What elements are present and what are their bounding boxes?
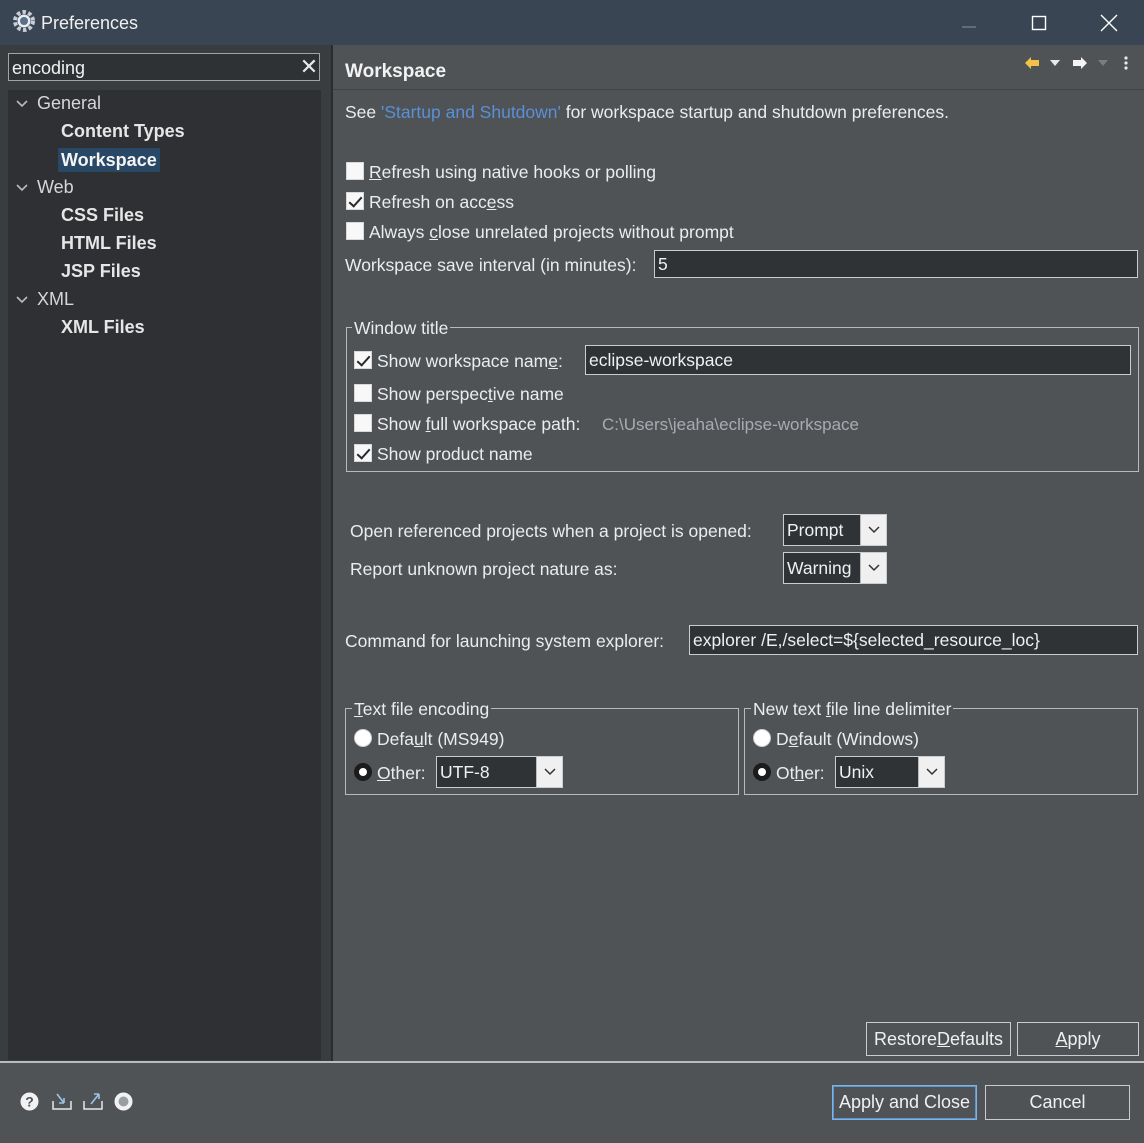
close-icon bbox=[1100, 14, 1118, 31]
import-icon[interactable] bbox=[51, 1091, 73, 1111]
tree-item-css-files[interactable]: CSS Files bbox=[61, 205, 144, 226]
show-product-label: Show product name bbox=[377, 444, 533, 464]
tree-item-content-types[interactable]: Content Types bbox=[61, 121, 185, 142]
encoding-default-label: Default (MS949) bbox=[377, 729, 505, 749]
chevron-down-icon bbox=[543, 768, 556, 776]
chevron-down-icon bbox=[867, 564, 880, 572]
restore-defaults-button[interactable]: Restore Defaults bbox=[866, 1022, 1011, 1056]
dropdown-button[interactable] bbox=[918, 757, 944, 787]
tree-item-general[interactable]: General bbox=[37, 93, 101, 114]
explorer-command-label: Command for launching system explorer: bbox=[345, 631, 665, 651]
show-workspace-name-checkbox[interactable] bbox=[354, 351, 372, 369]
back-menu-chevron-icon[interactable] bbox=[1049, 59, 1061, 67]
refresh-native-label: Refresh using native hooks or polling bbox=[369, 162, 656, 182]
refresh-access-label: Refresh on access bbox=[369, 192, 514, 212]
more-options-icon[interactable] bbox=[1122, 55, 1130, 71]
export-icon[interactable] bbox=[82, 1091, 104, 1111]
dropdown-button[interactable] bbox=[536, 757, 562, 787]
encoding-default-radio[interactable] bbox=[354, 729, 372, 747]
intro-suffix: for workspace startup and shutdown prefe… bbox=[560, 102, 950, 122]
open-referenced-label: Open referenced projects when a project … bbox=[350, 521, 752, 541]
encoding-value: UTF-8 bbox=[440, 762, 490, 782]
minimize-button[interactable] bbox=[934, 0, 1004, 45]
window-title: Preferences bbox=[41, 13, 139, 33]
chevron-down-icon[interactable] bbox=[15, 97, 29, 111]
delimiter-default-label: Default (Windows) bbox=[776, 729, 919, 749]
tree-item-xml[interactable]: XML bbox=[37, 289, 74, 310]
save-interval-label: Workspace save interval (in minutes): bbox=[345, 255, 637, 275]
maximize-icon bbox=[1031, 15, 1047, 30]
forward-menu-chevron-icon[interactable] bbox=[1097, 59, 1109, 67]
unknown-nature-label: Report unknown project nature as: bbox=[350, 559, 618, 579]
chevron-down-icon[interactable] bbox=[15, 293, 29, 307]
intro-text: See 'Startup and Shutdown' for workspace… bbox=[345, 102, 949, 123]
close-unrelated-label: Always close unrelated projects without … bbox=[369, 222, 734, 242]
filter-value: encoding bbox=[12, 58, 86, 78]
oomph-record-icon[interactable] bbox=[114, 1092, 133, 1111]
text-encoding-legend: Text file encoding bbox=[352, 699, 492, 720]
tree-item-workspace[interactable]: Workspace bbox=[58, 148, 160, 172]
help-icon[interactable]: ? bbox=[20, 1092, 39, 1111]
tree-item-xml-files[interactable]: XML Files bbox=[61, 317, 145, 338]
save-interval-input[interactable]: 5 bbox=[654, 250, 1138, 278]
close-unrelated-checkbox[interactable] bbox=[346, 222, 364, 240]
tree-item-html-files[interactable]: HTML Files bbox=[61, 233, 157, 254]
chevron-down-icon bbox=[867, 526, 880, 534]
cancel-button[interactable]: Cancel bbox=[985, 1085, 1130, 1120]
delimiter-other-label: Other: bbox=[776, 763, 825, 783]
refresh-access-checkbox[interactable] bbox=[346, 192, 364, 210]
show-perspective-label: Show perspective name bbox=[377, 384, 564, 404]
minimize-icon bbox=[962, 26, 976, 27]
clear-filter-icon[interactable]: ✕ bbox=[299, 56, 319, 78]
preferences-gear-icon bbox=[13, 10, 35, 32]
chevron-down-icon bbox=[925, 768, 938, 776]
unknown-nature-value: Warning bbox=[787, 558, 852, 578]
close-button[interactable] bbox=[1074, 0, 1144, 45]
maximize-button[interactable] bbox=[1004, 0, 1074, 45]
page-title: Workspace bbox=[345, 61, 447, 82]
full-path-value: C:\Users\jeaha\eclipse-workspace bbox=[602, 415, 859, 434]
preference-tree bbox=[8, 90, 321, 1060]
apply-and-close-button[interactable]: Apply and Close bbox=[832, 1085, 977, 1120]
pane-splitter[interactable] bbox=[331, 45, 333, 1061]
delimiter-other-radio[interactable] bbox=[753, 763, 771, 781]
encoding-other-label: Other: bbox=[377, 763, 426, 783]
dropdown-button[interactable] bbox=[860, 515, 886, 545]
chevron-down-icon[interactable] bbox=[15, 181, 29, 195]
refresh-native-checkbox[interactable] bbox=[346, 162, 364, 180]
workspace-name-input[interactable]: eclipse-workspace bbox=[585, 345, 1131, 375]
open-referenced-select[interactable]: Prompt bbox=[783, 514, 887, 546]
forward-arrow-icon[interactable] bbox=[1072, 56, 1088, 70]
encoding-select[interactable]: UTF-8 bbox=[436, 756, 563, 788]
intro-prefix: See bbox=[345, 102, 381, 122]
delimiter-default-radio[interactable] bbox=[753, 729, 771, 747]
show-full-path-checkbox[interactable] bbox=[354, 414, 372, 432]
show-full-path-label: Show full workspace path: bbox=[377, 414, 581, 434]
svg-text:?: ? bbox=[25, 1094, 34, 1110]
dropdown-button[interactable] bbox=[860, 553, 886, 583]
back-arrow-icon[interactable] bbox=[1024, 56, 1040, 70]
open-referenced-value: Prompt bbox=[787, 520, 844, 540]
startup-shutdown-link[interactable]: 'Startup and Shutdown' bbox=[381, 102, 561, 122]
tree-item-web[interactable]: Web bbox=[37, 177, 74, 198]
show-perspective-checkbox[interactable] bbox=[354, 384, 372, 402]
show-workspace-name-label: Show workspace name: bbox=[377, 351, 563, 371]
title-divider bbox=[333, 89, 1144, 90]
explorer-command-input[interactable]: explorer /E,/select=${selected_resource_… bbox=[689, 625, 1138, 655]
delimiter-value: Unix bbox=[839, 762, 875, 782]
tree-item-jsp-files[interactable]: JSP Files bbox=[61, 261, 141, 282]
window-title-legend: Window title bbox=[352, 318, 451, 339]
line-delimiter-legend: New text file line delimiter bbox=[751, 699, 954, 720]
filter-input[interactable]: encoding ✕ bbox=[8, 53, 320, 81]
delimiter-select[interactable]: Unix bbox=[835, 756, 945, 788]
footer-divider bbox=[0, 1061, 1144, 1063]
unknown-nature-select[interactable]: Warning bbox=[783, 552, 887, 584]
encoding-other-radio[interactable] bbox=[354, 763, 372, 781]
show-product-checkbox[interactable] bbox=[354, 444, 372, 462]
apply-button[interactable]: Apply bbox=[1017, 1022, 1139, 1056]
